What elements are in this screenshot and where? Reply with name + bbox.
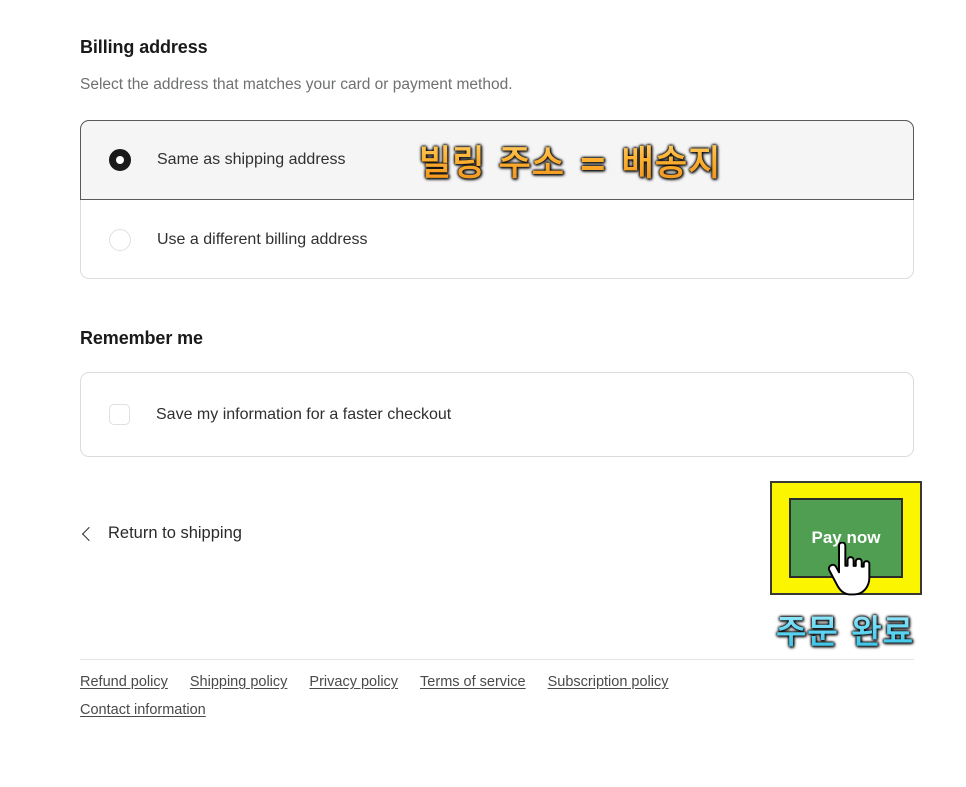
order-annotation-text: 주문 완료 [776, 605, 914, 653]
order-annotation-outline: 주문 완료 [774, 610, 916, 654]
annotation-layer: 빌링 주소 = 배송지 빌링 주소 = 배송지 주문 완료 주문 완료 [0, 0, 966, 787]
checkout-page: Billing address Select the address that … [0, 0, 966, 787]
billing-annotation-outline: 빌링 주소 = 배송지 [416, 142, 722, 187]
billing-annotation-text: 빌링 주소 = 배송지 [419, 135, 721, 186]
